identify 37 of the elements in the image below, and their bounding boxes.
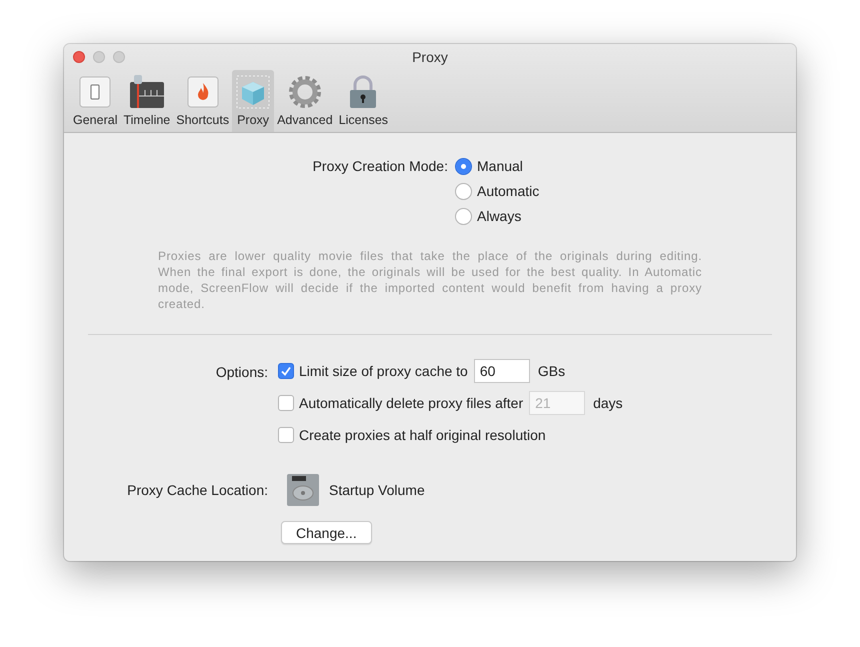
checkbox[interactable] [278, 395, 294, 411]
flame-icon [184, 74, 221, 110]
field-label: Proxy Cache Location: [126, 481, 269, 500]
gear-icon [286, 74, 323, 110]
toolbar-tab[interactable]: Advanced [274, 70, 336, 132]
checkbox-label[interactable]: Limit size of proxy cache to [299, 363, 468, 379]
field-label: Options: [214, 363, 269, 382]
unit-label: GBs [538, 363, 566, 379]
radio-button[interactable] [455, 158, 472, 174]
cube-icon [235, 74, 272, 110]
switch-icon [77, 74, 114, 110]
toolbar-tab[interactable]: Timeline [120, 70, 174, 132]
change-button[interactable]: Change... [281, 521, 372, 544]
radio-option[interactable]: Automatic [455, 180, 540, 202]
checkbox-label[interactable]: Automatically delete proxy files after [299, 395, 524, 411]
radio-button[interactable] [455, 182, 472, 200]
toolbar-tab[interactable]: General [70, 70, 120, 132]
window-title: Proxy [412, 49, 448, 65]
checkbox-label[interactable]: Create proxies at half original resolution [299, 427, 546, 443]
close-button[interactable] [73, 51, 85, 63]
unit-label: days [593, 395, 623, 411]
minimize-button[interactable] [93, 51, 105, 63]
checkbox[interactable] [278, 427, 294, 443]
toolbar-tab[interactable]: Licenses [336, 70, 392, 132]
field-label: Proxy Creation Mode: [312, 157, 449, 176]
volume-name: Startup Volume [329, 482, 425, 498]
ruler-icon [128, 74, 165, 110]
radio-option[interactable]: Manual [455, 155, 540, 177]
radio-button[interactable] [455, 208, 472, 224]
zoom-button[interactable] [113, 51, 125, 63]
hard-drive-icon [286, 473, 320, 507]
checkbox[interactable] [278, 363, 294, 379]
toolbar-tab[interactable]: Proxy [232, 70, 274, 132]
toolbar-tab[interactable]: Shortcuts [173, 70, 232, 132]
input-field[interactable]: 60 [474, 359, 530, 383]
description-text: Proxies are lower quality movie files that take the place of the originals during editing. When the final export is done, the originals will be used for the best quality. In Automatic mode, ScreenFlow will decide if the imported content would benefit from having a proxy created. [158, 248, 702, 312]
radio-option[interactable]: Always [455, 205, 540, 227]
